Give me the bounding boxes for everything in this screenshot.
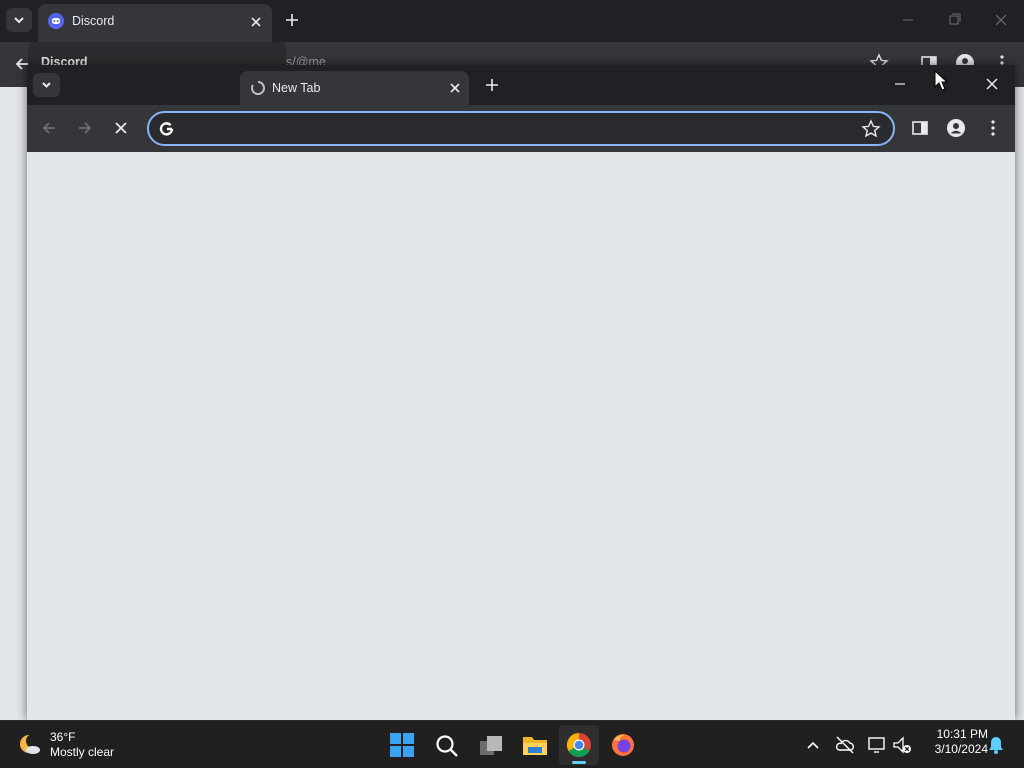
side-panel-button[interactable] xyxy=(910,118,930,138)
weather-widget[interactable]: 36°F Mostly clear xyxy=(10,727,130,763)
minimize-icon xyxy=(895,83,905,85)
show-hidden-icons-button[interactable] xyxy=(803,735,823,755)
close-icon xyxy=(251,17,261,27)
start-button[interactable] xyxy=(389,732,415,758)
new-tab-button[interactable] xyxy=(282,10,302,30)
back-button[interactable] xyxy=(39,118,59,138)
foreground-tab-strip: New Tab xyxy=(27,65,1015,105)
close-icon xyxy=(995,14,1007,26)
close-icon xyxy=(115,122,127,134)
background-tab-strip: Discord xyxy=(0,0,1024,42)
chevron-up-icon xyxy=(807,741,819,749)
bell-icon xyxy=(989,737,1003,754)
bookmark-button[interactable] xyxy=(861,119,881,139)
side-panel-icon xyxy=(912,121,928,135)
chevron-down-icon xyxy=(14,17,24,24)
active-app-indicator xyxy=(572,761,586,764)
taskbar-search-button[interactable] xyxy=(434,733,460,759)
file-explorer-button[interactable] xyxy=(522,732,548,758)
arrow-right-icon xyxy=(79,122,92,134)
close-button[interactable] xyxy=(989,10,1013,30)
onedrive-button[interactable] xyxy=(834,734,856,756)
omnibox[interactable] xyxy=(147,111,895,146)
avatar-icon xyxy=(947,119,965,137)
menu-button[interactable] xyxy=(983,118,1003,138)
tab-new-tab[interactable]: New Tab xyxy=(240,71,469,105)
close-icon xyxy=(450,83,460,93)
forward-button[interactable] xyxy=(75,118,95,138)
foreground-browser-window: New Tab xyxy=(27,65,1015,720)
cursor-icon xyxy=(934,70,949,91)
profile-button[interactable] xyxy=(946,118,966,138)
discord-icon xyxy=(48,13,64,29)
tab-discord[interactable]: Discord xyxy=(38,4,272,42)
chrome-icon xyxy=(566,733,591,758)
moon-cloud-icon xyxy=(18,733,42,757)
tab-title: Discord xyxy=(72,14,115,28)
plus-icon xyxy=(486,79,498,91)
taskbar: 36°F Mostly clear 10:31 PM 3/10/2024 xyxy=(0,720,1024,768)
network-icon xyxy=(868,737,885,753)
firefox-taskbar-button[interactable] xyxy=(610,732,636,758)
google-g-icon xyxy=(157,119,177,139)
stop-loading-button[interactable] xyxy=(111,118,131,138)
minimize-button[interactable] xyxy=(896,10,920,30)
new-tab-button[interactable] xyxy=(482,75,502,95)
cloud-off-icon xyxy=(835,736,855,754)
speaker-muted-icon xyxy=(893,736,911,754)
page-content xyxy=(27,152,1015,720)
loading-spinner-icon xyxy=(250,80,266,96)
tab-close-button[interactable] xyxy=(445,78,465,98)
foreground-toolbar xyxy=(27,105,1015,152)
task-view-icon xyxy=(480,736,502,755)
search-icon xyxy=(436,735,458,757)
network-button[interactable] xyxy=(866,734,888,756)
clock-time: 10:31 PM xyxy=(936,727,988,741)
task-view-button[interactable] xyxy=(478,733,504,759)
star-icon xyxy=(861,119,881,138)
close-icon xyxy=(986,78,998,90)
minimize-button[interactable] xyxy=(888,74,912,94)
volume-button[interactable] xyxy=(891,734,913,756)
kebab-menu-icon xyxy=(991,120,995,136)
weather-temp: 36°F xyxy=(50,730,76,744)
chrome-taskbar-button[interactable] xyxy=(559,725,599,765)
plus-icon xyxy=(286,14,298,26)
restore-button[interactable] xyxy=(943,10,967,30)
clock[interactable]: 10:31 PM 3/10/2024 xyxy=(918,727,988,763)
tab-close-button[interactable] xyxy=(246,12,266,32)
arrow-left-icon xyxy=(42,122,55,134)
firefox-icon xyxy=(612,734,634,756)
tab-title: New Tab xyxy=(272,81,321,95)
minimize-icon xyxy=(903,19,913,21)
clock-date: 3/10/2024 xyxy=(934,742,988,756)
weather-condition: Mostly clear xyxy=(50,745,115,759)
folder-icon xyxy=(523,737,547,755)
tab-search-button[interactable] xyxy=(33,73,60,97)
close-button[interactable] xyxy=(980,74,1004,94)
omnibox-input[interactable] xyxy=(183,118,843,140)
chevron-down-icon xyxy=(42,82,51,88)
restore-icon xyxy=(949,13,961,25)
mouse-cursor xyxy=(932,70,956,96)
notifications-button[interactable] xyxy=(986,735,1006,755)
windows-logo-icon xyxy=(390,733,414,757)
tab-search-button[interactable] xyxy=(6,8,32,32)
